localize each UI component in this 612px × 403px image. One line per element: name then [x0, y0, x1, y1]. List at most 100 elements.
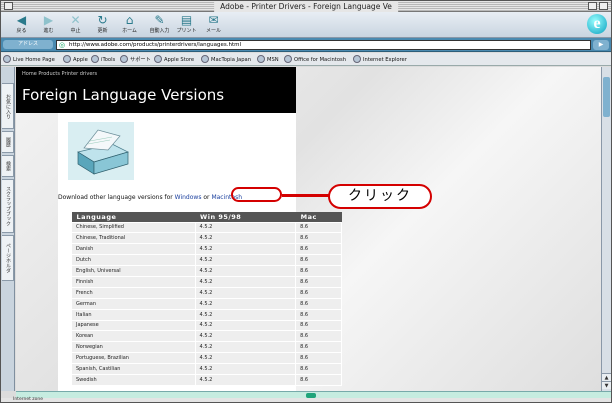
- stop-button[interactable]: ✕ 中止: [62, 13, 89, 37]
- table-row: Korean 4.5.2 8.6: [71, 330, 342, 343]
- language-cell: Spanish, Castilian: [71, 363, 196, 375]
- print-button[interactable]: ▤ プリント: [173, 13, 200, 37]
- favorite-item[interactable]: Apple: [63, 55, 88, 65]
- win-version-link[interactable]: 4.5.2: [194, 330, 297, 343]
- table-row: German 4.5.2 8.6: [71, 297, 342, 310]
- win-version-link[interactable]: 4.5.2: [194, 319, 297, 332]
- win-version-link[interactable]: 4.5.2: [194, 254, 297, 267]
- mac-version-link[interactable]: 8.6: [295, 352, 342, 365]
- refresh-button[interactable]: ↻ 更新: [89, 13, 116, 37]
- language-cell: French: [71, 286, 196, 299]
- favorite-label: Live Home Page: [13, 57, 55, 63]
- favorite-icon: [91, 55, 99, 63]
- mac-version-link[interactable]: 8.6: [295, 286, 342, 299]
- mac-version-link[interactable]: 8.6: [295, 254, 342, 267]
- win-version-link[interactable]: 4.5.2: [194, 286, 297, 299]
- forward-label: 進む: [43, 28, 54, 34]
- win-version-link[interactable]: 4.5.2: [194, 221, 297, 234]
- explorer-bar: お気に入り 履歴 検索 スクラップブック ページホルダ: [1, 67, 15, 391]
- mac-version-link[interactable]: 8.6: [295, 232, 342, 245]
- scroll-up-arrow-icon[interactable]: ▲: [602, 373, 611, 381]
- win-version-link[interactable]: 4.5.2: [194, 341, 297, 354]
- favorite-label: Apple Store: [164, 57, 195, 63]
- mac-version-link[interactable]: 8.6: [295, 341, 342, 354]
- breadcrumb[interactable]: Home Products Printer drivers: [22, 71, 97, 77]
- mac-version-link[interactable]: 8.6: [295, 308, 342, 321]
- title-bar[interactable]: Adobe - Printer Drivers - Foreign Langua…: [1, 1, 611, 12]
- language-cell: Finnish: [71, 275, 196, 288]
- mac-version-link[interactable]: 8.6: [295, 265, 342, 277]
- autofill-button[interactable]: ✎ 自動入力: [146, 13, 173, 37]
- close-box[interactable]: [4, 2, 13, 10]
- mail-label: メール: [205, 28, 221, 34]
- win-version-link[interactable]: 4.5.2: [194, 232, 297, 245]
- win-version-link[interactable]: 4.5.2: [194, 243, 297, 256]
- mac-version-link[interactable]: 8.6: [295, 373, 342, 386]
- go-button[interactable]: ▶: [593, 40, 609, 50]
- refresh-icon: ↻: [97, 13, 108, 27]
- favorite-item[interactable]: Office for Macintosh: [284, 55, 346, 65]
- explorer-tab-favorites[interactable]: お気に入り: [2, 83, 14, 129]
- favorite-item[interactable]: Internet Explorer: [353, 55, 407, 65]
- mac-version-link[interactable]: 8.6: [295, 319, 342, 332]
- windows-link[interactable]: Windows: [175, 194, 202, 201]
- autofill-icon: ✎: [154, 13, 165, 27]
- toolbar: ◀ 戻る ▶ 進む ✕ 中止 ↻ 更新 ⌂ ホーム ✎ 自動入力 ▤ プリント ✉ メール e: [1, 12, 611, 38]
- stop-icon: ✕: [70, 13, 81, 27]
- win-version-link[interactable]: 4.5.2: [194, 308, 297, 321]
- language-cell: Swedish: [71, 373, 196, 386]
- language-table: Language Win 95/98 Mac Chinese, Simplifi…: [71, 212, 342, 386]
- language-cell: Dutch: [71, 254, 196, 267]
- explorer-tab-page-holder[interactable]: ページホルダ: [2, 235, 14, 281]
- column-header: Language: [71, 212, 196, 222]
- explorer-tab-scrapbook[interactable]: スクラップブック: [2, 179, 14, 233]
- back-button[interactable]: ◀ 戻る: [8, 13, 35, 37]
- favorite-item[interactable]: MSN: [257, 55, 279, 65]
- favorite-item[interactable]: サポート: [120, 55, 151, 65]
- autofill-label: 自動入力: [149, 28, 170, 34]
- favorite-item[interactable]: iTools: [91, 55, 115, 65]
- print-label: プリント: [176, 28, 197, 34]
- table-row: Dutch 4.5.2 8.6: [71, 254, 342, 267]
- mac-version-link[interactable]: 8.6: [295, 330, 342, 343]
- scroll-down-arrow-icon[interactable]: ▼: [602, 381, 611, 389]
- mac-version-link[interactable]: 8.6: [295, 221, 342, 234]
- favorite-icon: [353, 55, 361, 63]
- horizontal-scrollbar[interactable]: [16, 391, 611, 398]
- favorite-icon: [3, 55, 11, 63]
- home-button[interactable]: ⌂ ホーム: [116, 13, 143, 37]
- mail-icon: ✉: [208, 13, 219, 27]
- language-cell: Italian: [71, 308, 196, 321]
- forward-button[interactable]: ▶ 進む: [35, 13, 62, 37]
- mac-version-link[interactable]: 8.6: [295, 297, 342, 310]
- page-title: Foreign Language Versions: [22, 86, 225, 104]
- mail-button[interactable]: ✉ メール: [200, 13, 227, 37]
- win-version-link[interactable]: 4.5.2: [194, 265, 297, 277]
- favorite-item[interactable]: MacTopia Japan: [201, 55, 251, 65]
- address-input[interactable]: ◎ http://www.adobe.com/products/printerdr…: [56, 40, 591, 50]
- zoom-box[interactable]: [588, 2, 597, 10]
- win-version-link[interactable]: 4.5.2: [194, 363, 297, 375]
- collapse-box[interactable]: [599, 2, 608, 10]
- win-version-link[interactable]: 4.5.2: [194, 352, 297, 365]
- win-version-link[interactable]: 4.5.2: [194, 373, 297, 386]
- vertical-scrollbar[interactable]: ▲ ▼: [601, 67, 611, 391]
- favorite-label: iTools: [101, 57, 116, 63]
- vertical-scroll-thumb[interactable]: [603, 77, 610, 117]
- favorite-item[interactable]: Live Home Page: [3, 55, 55, 65]
- table-row: Spanish, Castilian 4.5.2 8.6: [71, 363, 342, 375]
- refresh-label: 更新: [97, 28, 108, 34]
- mac-version-link[interactable]: 8.6: [295, 243, 342, 256]
- favorite-item[interactable]: Apple Store: [154, 55, 194, 65]
- explorer-tab-search[interactable]: 検索: [2, 155, 14, 177]
- mac-version-link[interactable]: 8.6: [295, 275, 342, 288]
- table-row: Swedish 4.5.2 8.6: [71, 373, 342, 386]
- explorer-tab-history[interactable]: 履歴: [2, 131, 14, 153]
- address-bar: アドレス ◎ http://www.adobe.com/products/prin…: [1, 38, 611, 52]
- browser-window: Adobe - Printer Drivers - Foreign Langua…: [0, 0, 612, 403]
- printer-product-image: [68, 122, 134, 180]
- win-version-link[interactable]: 4.5.2: [194, 297, 297, 310]
- table-row: Chinese, Traditional 4.5.2 8.6: [71, 232, 342, 245]
- win-version-link[interactable]: 4.5.2: [194, 275, 297, 288]
- mac-version-link[interactable]: 8.6: [295, 363, 342, 375]
